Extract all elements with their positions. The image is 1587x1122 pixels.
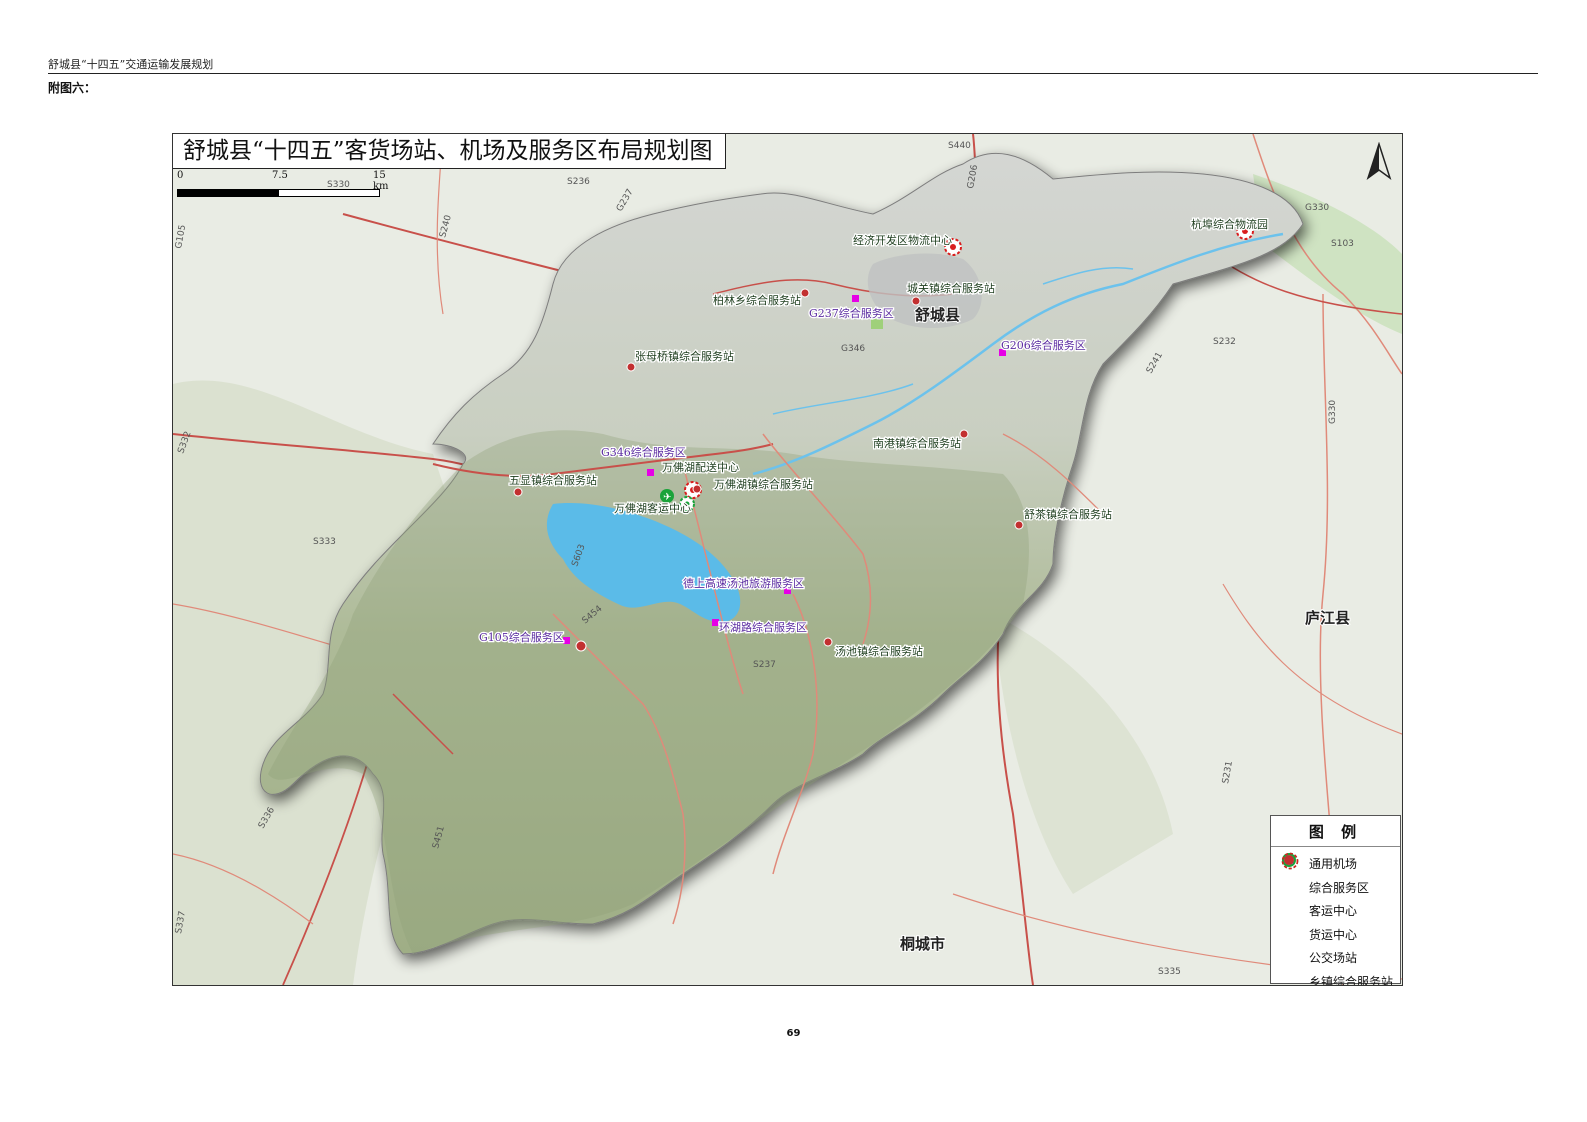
legend-divider <box>1271 846 1400 847</box>
station-label: 汤池镇综合服务站 <box>835 644 923 658</box>
service-area-label: 德上高速汤池旅游服务区 <box>683 576 804 590</box>
service-area-label: G105综合服务区 <box>479 630 564 644</box>
legend-item: 客运中心 <box>1281 852 1393 923</box>
township-station-icon[interactable] <box>692 484 702 494</box>
township-station-icon[interactable] <box>626 362 636 372</box>
legend-label: 综合服务区 <box>1309 880 1370 895</box>
station-label: 经济开发区物流中心 <box>853 233 952 247</box>
bus-station-icon <box>1281 855 1299 967</box>
station-label: 南港镇综合服务站 <box>873 436 961 450</box>
legend-label: 客运中心 <box>1309 904 1358 919</box>
station-label: 杭埠综合物流园 <box>1191 217 1268 231</box>
station-label: 舒茶镇综合服务站 <box>1024 507 1112 521</box>
service-area-square-icon <box>1281 857 1299 896</box>
header-rule <box>48 73 1538 74</box>
road-label: G346 <box>841 344 865 354</box>
legend-item: 公交场站 <box>1281 855 1393 970</box>
legend-label: 公交场站 <box>1309 951 1358 966</box>
township-station-icon[interactable] <box>575 640 587 652</box>
north-arrow-icon <box>1364 142 1394 184</box>
document-header: 舒城县“十四五”交通运输发展规划 <box>48 58 214 71</box>
township-station-icon[interactable] <box>823 637 833 647</box>
service-area-square-icon[interactable] <box>647 469 654 476</box>
scale-segment-empty <box>278 189 380 197</box>
station-label: 张母桥镇综合服务站 <box>635 349 734 363</box>
station-label: 柏林乡综合服务站 <box>713 293 801 307</box>
service-area-label: G237综合服务区 <box>809 306 894 320</box>
road-label: G330 <box>1328 400 1338 424</box>
county-label-tongcheng: 桐城市 <box>900 935 945 953</box>
station-label: 万佛湖镇综合服务站 <box>714 477 813 491</box>
park-area <box>871 319 883 329</box>
airport-icon[interactable]: ✈ <box>660 489 674 503</box>
legend-item: 乡镇综合服务站 <box>1281 855 1394 986</box>
legend-item: 综合服务区 <box>1281 857 1393 900</box>
freight-hub-icon <box>1281 852 1299 943</box>
station-label: 万佛湖客运中心 <box>614 501 691 515</box>
passenger-hub-icon <box>1281 852 1299 920</box>
township-station-icon <box>1281 855 1299 985</box>
road-label: S333 <box>313 537 336 547</box>
service-area-label: 环湖路综合服务区 <box>719 620 807 634</box>
township-station-icon[interactable] <box>1014 520 1024 530</box>
map-title: 舒城县“十四五”客货场站、机场及服务区布局规划图 <box>173 134 726 169</box>
map-frame[interactable]: S440 G206 S330 S236 G237 S240 G105 S103 … <box>172 133 1403 986</box>
service-area-square-icon[interactable] <box>563 637 570 644</box>
township-station-icon[interactable] <box>911 296 921 306</box>
road-label: S237 <box>753 660 776 670</box>
legend-label: 通用机场 <box>1309 857 1358 872</box>
page-number: 69 <box>786 1028 801 1039</box>
appendix-label: 附图六： <box>48 81 97 95</box>
service-area-label: G346综合服务区 <box>601 445 686 459</box>
road-label: G330 <box>1305 203 1329 213</box>
township-station-icon[interactable] <box>800 288 810 298</box>
township-station-icon[interactable] <box>959 429 969 439</box>
map-canvas[interactable]: S440 G206 S330 S236 G237 S240 G105 S103 … <box>173 134 1402 985</box>
road-label: S335 <box>1158 967 1181 977</box>
scale-tick-label: 0 <box>177 170 184 181</box>
legend-item: 货运中心 <box>1281 852 1393 947</box>
scale-tick-label: 7.5 <box>272 170 288 181</box>
county-label-shucheng: 舒城县 <box>915 306 960 324</box>
legend-label: 货运中心 <box>1309 927 1358 942</box>
service-area-square-icon[interactable] <box>852 295 859 302</box>
road-label: S103 <box>1331 239 1354 249</box>
scale-segment-filled <box>177 189 279 197</box>
township-station-icon[interactable] <box>513 487 523 497</box>
service-area-square-icon[interactable] <box>712 619 719 626</box>
station-label: 五显镇综合服务站 <box>509 473 597 487</box>
road-label: S440 <box>948 141 971 151</box>
road-label: S232 <box>1213 337 1236 347</box>
service-area-label: G206综合服务区 <box>1001 338 1086 352</box>
legend-title: 图 例 <box>1308 823 1363 841</box>
station-label: 万佛湖配送中心 <box>662 460 739 474</box>
station-label: 城关镇综合服务站 <box>907 281 995 295</box>
road-label: S236 <box>567 177 590 187</box>
legend: 图 例 通用机场 综合服务区 客运中心 货运中心 公交场站 乡镇综合服务站 <box>1270 815 1401 986</box>
scale-bar: 0 7.5 15 km <box>177 170 389 200</box>
legend-label: 乡镇综合服务站 <box>1309 974 1394 986</box>
county-label-lujiang: 庐江县 <box>1305 609 1350 627</box>
